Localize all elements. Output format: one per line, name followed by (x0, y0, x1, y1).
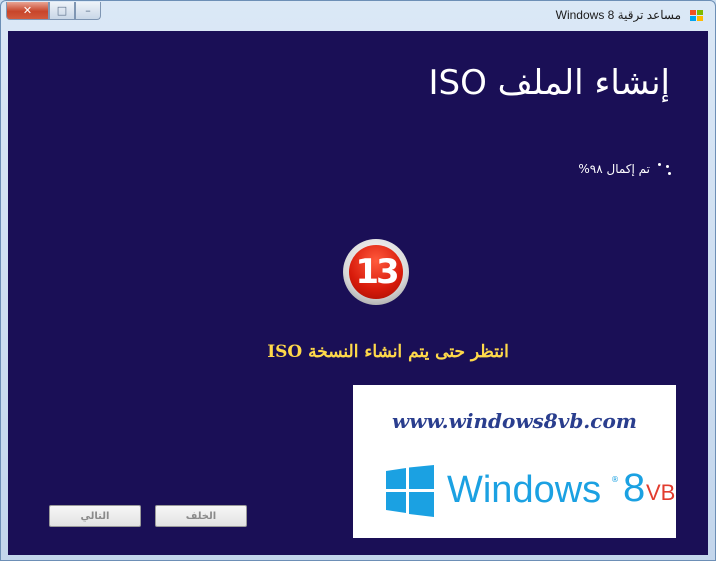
promo-logo-number: 8 (623, 466, 646, 510)
promo-banner: www.windows8vb.com Windows ® 8 VB (353, 385, 676, 538)
promo-logo-suffix: VB (646, 480, 676, 505)
close-button[interactable]: ✕ (6, 2, 49, 20)
minimize-button[interactable]: – (75, 2, 101, 20)
next-button[interactable]: التالي (49, 505, 141, 527)
maximize-button[interactable]: □ (49, 2, 75, 20)
app-window: ✕ □ – مساعد ترقية Windows 8 إنشاء الملف … (0, 0, 716, 561)
promo-logo-word: Windows (447, 469, 602, 511)
windows-8-logo-icon (386, 465, 434, 517)
back-button[interactable]: الخلف (155, 505, 247, 527)
window-title: مساعد ترقية Windows 8 (555, 8, 681, 22)
progress-text: تم إكمال ٩٨% (578, 162, 650, 176)
badge-13-icon: 13 (343, 239, 409, 305)
title-bar[interactable]: ✕ □ – مساعد ترقية Windows 8 (1, 1, 715, 31)
badge-number: 13 (349, 245, 403, 299)
promo-logo-registered: ® (611, 475, 619, 484)
setup-content: إنشاء الملف ISO تم إكمال ٩٨% 13 انتظر حت… (8, 31, 708, 555)
caption-buttons: ✕ □ – (6, 2, 101, 20)
wait-message: انتظر حتى يتم انشاء النسخة ISO (267, 342, 509, 362)
progress-status: تم إكمال ٩٨% (578, 161, 672, 177)
loading-spinner-icon (656, 161, 672, 177)
windows-logo-icon (690, 10, 703, 21)
promo-url: www.windows8vb.com (392, 409, 637, 433)
page-title: إنشاء الملف ISO (428, 63, 671, 103)
